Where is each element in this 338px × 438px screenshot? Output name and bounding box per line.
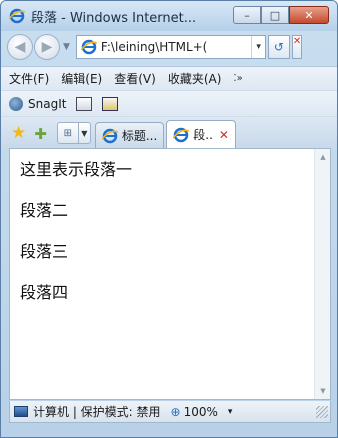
zoom-dropdown-icon[interactable]: ▾: [228, 407, 233, 417]
menu-view[interactable]: 查看(V): [114, 70, 156, 87]
paragraph-3: 段落三: [20, 242, 69, 261]
address-dropdown-icon[interactable]: ▾: [251, 36, 265, 58]
stop-button[interactable]: ✕: [291, 35, 302, 59]
page-icon: [80, 39, 97, 55]
document-body: 这里表示段落一 段落二 段落三 段落四: [10, 149, 314, 399]
zoom-magnifier-icon: ⊕: [170, 404, 181, 419]
security-zone[interactable]: 计算机 | 保护模式: 禁用: [33, 403, 161, 420]
quick-tabs-button[interactable]: ⊞: [56, 122, 79, 144]
address-text: F:\leining\HTML+(: [100, 40, 208, 54]
scroll-down-arrow-icon[interactable]: ▼: [315, 383, 330, 399]
maximize-button[interactable]: □: [261, 6, 289, 24]
recent-pages-dropdown[interactable]: ▼: [63, 42, 70, 52]
refresh-button[interactable]: ↺: [267, 35, 290, 59]
scroll-up-arrow-icon[interactable]: ▲: [315, 149, 330, 165]
computer-icon: [14, 406, 28, 417]
minimize-button[interactable]: –: [233, 6, 261, 24]
snagit-toolbar: SnagIt: [1, 90, 337, 116]
paragraph-4: 段落四: [20, 283, 69, 302]
page-icon: [173, 127, 190, 143]
menu-favorites[interactable]: 收藏夹(A): [168, 70, 222, 87]
tab-label: 段..: [193, 128, 213, 142]
status-bar: 计算机 | 保护模式: 禁用 ⊕ 100% ▾: [9, 401, 331, 423]
tab-paragraph-page[interactable]: 段.. ✕: [166, 120, 236, 148]
menu-file[interactable]: 文件(F): [9, 70, 49, 87]
close-button[interactable]: ✕: [289, 6, 329, 24]
back-button[interactable]: ◀: [7, 34, 33, 60]
favorites-star-icon[interactable]: ★: [11, 125, 26, 142]
title-bar[interactable]: 段落 - Windows Internet... – □ ✕: [1, 1, 337, 31]
tab-label: 标题...: [121, 129, 158, 143]
window-title: 段落 - Windows Internet...: [31, 10, 197, 26]
forward-button[interactable]: ▶: [34, 34, 60, 60]
caption-buttons: – □ ✕: [233, 6, 329, 24]
snagit-logo-icon: [9, 96, 23, 111]
tab-title-page[interactable]: 标题...: [94, 122, 165, 148]
paragraph-1: 这里表示段落一: [20, 160, 133, 179]
add-favorites-icon[interactable]: ✚: [34, 127, 47, 142]
ie-logo-icon: [9, 8, 25, 24]
browser-window: 段落 - Windows Internet... – □ ✕ ◀ ▶ ▼ F:\…: [0, 0, 338, 438]
zoom-level[interactable]: 100%: [184, 405, 218, 419]
forward-arrow-icon: ▶: [41, 39, 53, 55]
quick-tabs-icon: ⊞: [63, 127, 73, 139]
back-arrow-icon: ◀: [14, 39, 26, 55]
navigation-bar: ◀ ▶ ▼ F:\leining\HTML+( ▾ ↺ ✕: [1, 31, 337, 63]
capture-edit-icon[interactable]: [102, 96, 119, 111]
menu-bar: 文件(F) 编辑(E) 查看(V) 收藏夹(A) ⁚»: [1, 66, 337, 90]
refresh-icon: ↺: [273, 40, 284, 54]
menu-overflow-chevron-icon[interactable]: ⁚»: [233, 73, 242, 84]
tab-list-dropdown[interactable]: ▼: [78, 122, 91, 144]
close-tab-icon[interactable]: ✕: [219, 128, 229, 142]
tab-bar: ★ ✚ ⊞ ▼ 标题... 段.. ✕: [1, 116, 337, 148]
stop-icon: ✕: [292, 36, 302, 47]
resize-grip-icon[interactable]: [316, 405, 328, 418]
address-bar[interactable]: F:\leining\HTML+( ▾: [75, 35, 266, 59]
page-icon: [101, 128, 118, 144]
capture-window-icon[interactable]: [76, 96, 93, 111]
snagit-button[interactable]: SnagIt: [28, 97, 66, 111]
vertical-scrollbar[interactable]: ▲ ▼: [314, 149, 330, 399]
paragraph-2: 段落二: [20, 201, 69, 220]
menu-edit[interactable]: 编辑(E): [61, 70, 102, 87]
page-content: 这里表示段落一 段落二 段落三 段落四 ▲ ▼: [9, 148, 331, 400]
